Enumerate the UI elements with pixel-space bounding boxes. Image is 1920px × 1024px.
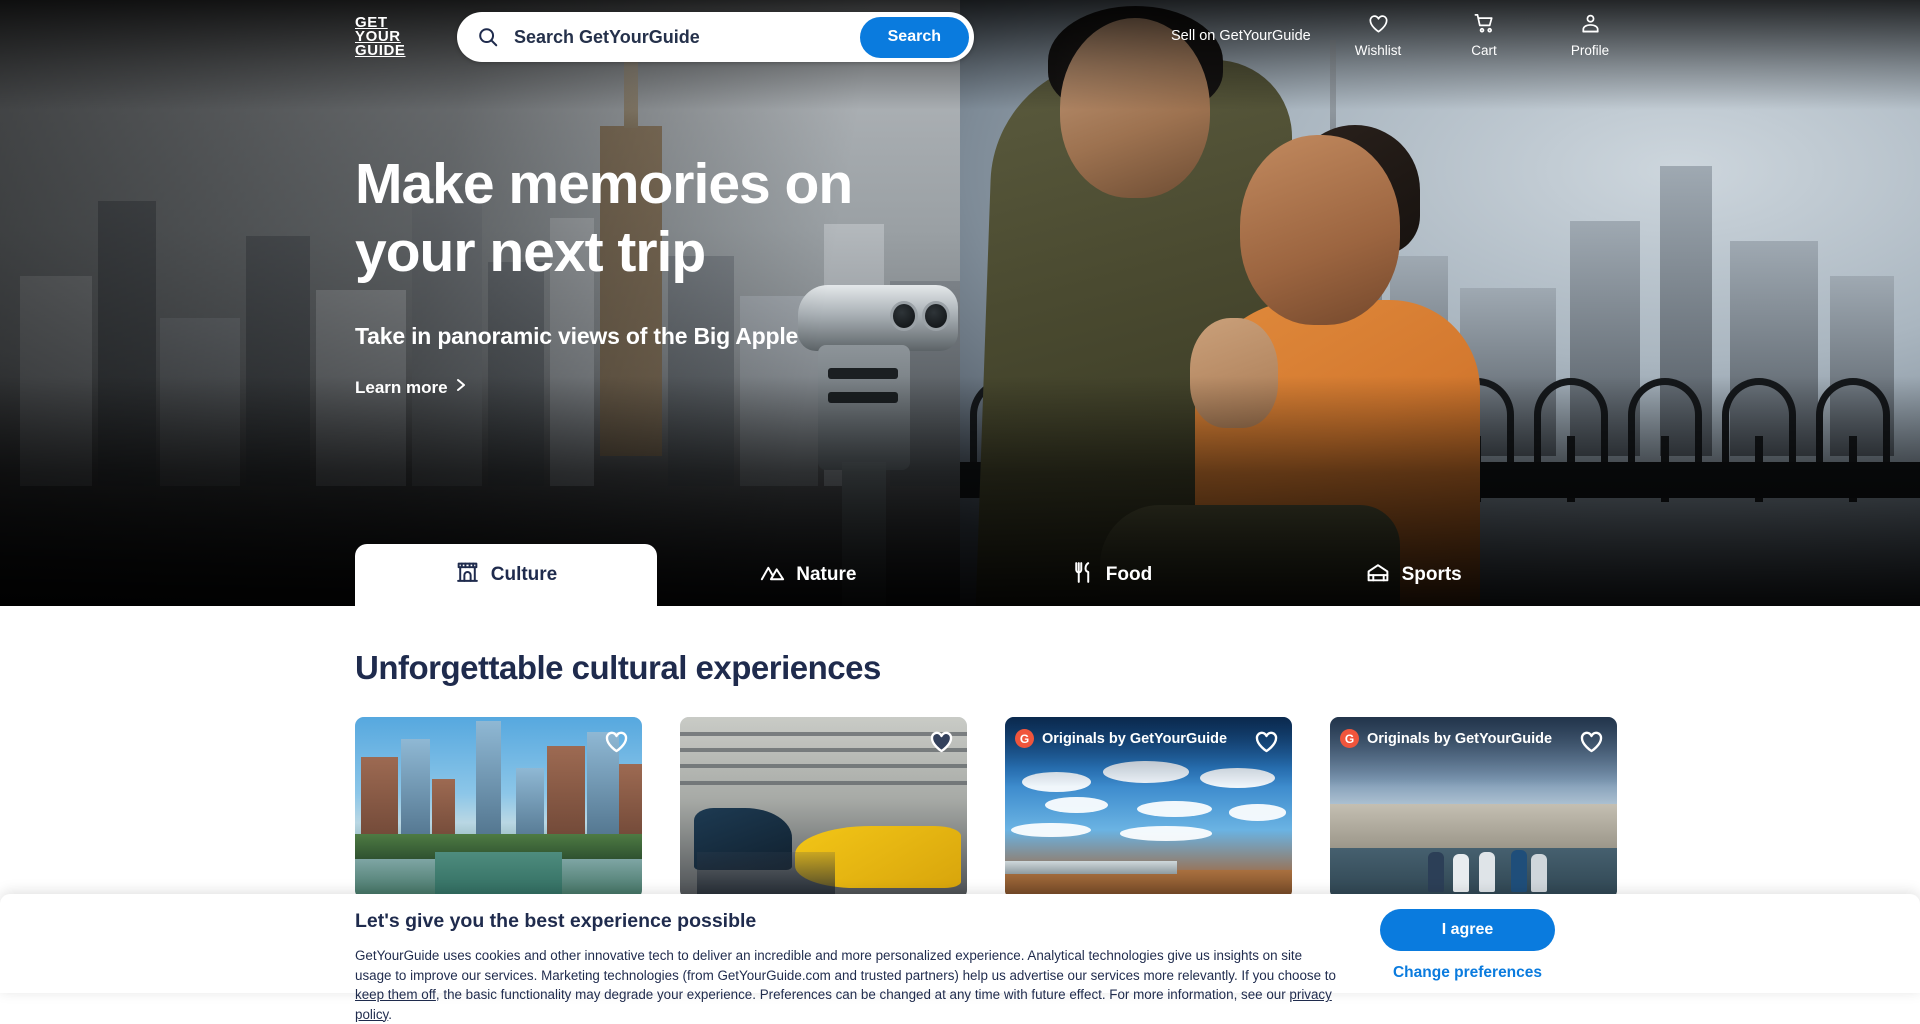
tab-label-culture: Culture	[491, 564, 558, 586]
learn-more-link[interactable]: Learn more	[355, 377, 467, 398]
category-tabs: Culture Nature Food	[355, 544, 1565, 606]
experience-card[interactable]: G Originals by GetYourGuide	[1330, 717, 1617, 899]
cookie-banner-body: GetYourGuide uses cookies and other inno…	[355, 946, 1340, 1024]
card-image[interactable]	[355, 717, 642, 899]
hero-subtitle: Take in panoramic views of the Big Apple	[355, 323, 955, 350]
search-button[interactable]: Search	[860, 17, 969, 58]
tab-culture[interactable]: Culture	[355, 544, 657, 606]
mountain-icon	[760, 560, 785, 591]
i-agree-button[interactable]: I agree	[1380, 909, 1555, 951]
card-artwork-chicago	[355, 717, 642, 899]
tab-label-nature: Nature	[796, 564, 856, 586]
monument-icon	[455, 560, 480, 591]
nav-label-profile: Profile	[1571, 43, 1609, 58]
experience-card[interactable]	[355, 717, 642, 899]
learn-more-label: Learn more	[355, 378, 448, 398]
cultural-experiences-section: Unforgettable cultural experiences	[0, 606, 1920, 899]
originals-g-mark: G	[1340, 729, 1359, 748]
nav-item-wishlist[interactable]: Wishlist	[1348, 12, 1408, 58]
hero-section: GET YOUR GUIDE Search Sell on GetYourGui…	[0, 0, 1920, 606]
card-artwork-carrier-museum	[680, 717, 967, 899]
logo-line-3: GUIDE	[355, 44, 406, 58]
woman-face	[1240, 135, 1400, 325]
getyourguide-logo[interactable]: GET YOUR GUIDE	[355, 16, 406, 58]
card-image[interactable]: G Originals by GetYourGuide	[1005, 717, 1292, 899]
profile-icon	[1579, 12, 1602, 40]
cookie-body-part-1: GetYourGuide uses cookies and other inno…	[355, 948, 1336, 983]
card-top-gradient	[1005, 717, 1292, 787]
site-header: GET YOUR GUIDE Search Sell on GetYourGui…	[0, 0, 1920, 82]
heart-icon	[1367, 12, 1390, 40]
nav-item-profile[interactable]: Profile	[1560, 12, 1620, 58]
tab-food[interactable]: Food	[960, 544, 1263, 606]
section-title: Unforgettable cultural experiences	[355, 649, 1920, 687]
nav-label-wishlist: Wishlist	[1355, 43, 1402, 58]
tab-label-food: Food	[1106, 564, 1152, 586]
tab-nature[interactable]: Nature	[657, 544, 960, 606]
sell-on-getyourguide-link[interactable]: Sell on GetYourGuide	[1171, 28, 1311, 44]
cookie-body-part-2: , the basic functionality may degrade yo…	[436, 987, 1290, 1002]
tab-label-sports: Sports	[1402, 564, 1462, 586]
originals-badge: G Originals by GetYourGuide	[1015, 729, 1227, 748]
nav-item-cart[interactable]: Cart	[1454, 12, 1514, 58]
cookie-consent-banner: Let's give you the best experience possi…	[0, 894, 1920, 993]
card-image[interactable]	[680, 717, 967, 899]
experience-card[interactable]: G Originals by GetYourGuide	[1005, 717, 1292, 899]
hero-copy: Make memories on your next trip Take in …	[355, 150, 955, 398]
keep-them-off-link[interactable]: keep them off	[355, 987, 436, 1002]
wishlist-heart-button[interactable]	[1253, 728, 1280, 755]
nav-label-cart: Cart	[1471, 43, 1497, 58]
card-image[interactable]: G Originals by GetYourGuide	[1330, 717, 1617, 899]
header-nav-icons: Wishlist Cart	[1348, 12, 1620, 58]
wishlist-heart-button[interactable]	[603, 728, 630, 755]
experience-card[interactable]	[680, 717, 967, 899]
originals-badge-label: Originals by GetYourGuide	[1367, 731, 1552, 747]
search-bar[interactable]: Search	[457, 12, 974, 62]
experience-card-list: G Originals by GetYourGuide	[355, 717, 1565, 899]
originals-badge: G Originals by GetYourGuide	[1340, 729, 1552, 748]
wishlist-heart-button[interactable]	[1578, 728, 1605, 755]
search-input[interactable]	[514, 27, 860, 48]
cookie-banner-title: Let's give you the best experience possi…	[355, 910, 756, 933]
cart-icon	[1473, 12, 1496, 40]
stadium-icon	[1366, 560, 1391, 591]
originals-badge-label: Originals by GetYourGuide	[1042, 731, 1227, 747]
cookie-body-part-3: .	[388, 1007, 392, 1022]
search-icon	[477, 26, 499, 48]
tab-sports[interactable]: Sports	[1262, 544, 1565, 606]
originals-g-mark: G	[1015, 729, 1034, 748]
fork-knife-icon	[1070, 560, 1095, 591]
card-top-gradient	[1330, 717, 1617, 787]
change-preferences-link[interactable]: Change preferences	[1380, 964, 1555, 982]
hero-background-photo	[0, 0, 1920, 606]
hero-title: Make memories on your next trip	[355, 150, 955, 286]
wishlist-heart-button[interactable]	[928, 728, 955, 755]
chevron-right-icon	[455, 377, 467, 398]
